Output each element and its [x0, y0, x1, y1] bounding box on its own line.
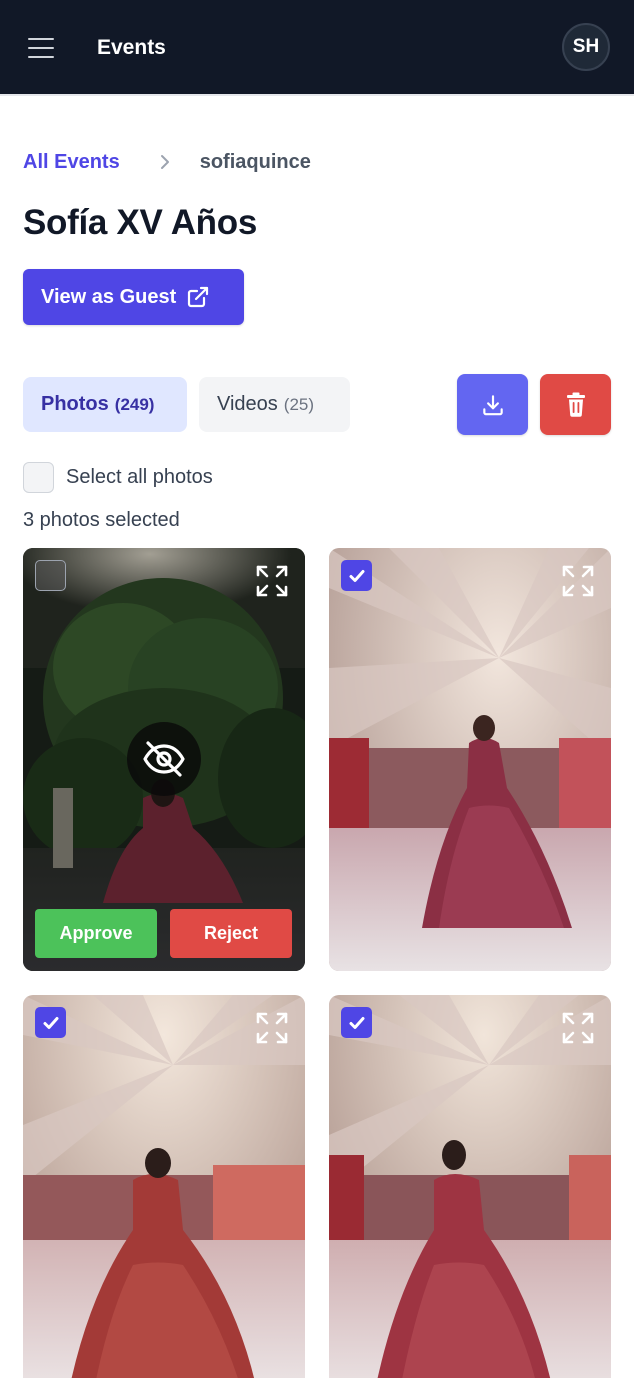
- approve-button[interactable]: Approve: [35, 909, 157, 958]
- check-icon: [349, 1016, 364, 1029]
- menu-icon[interactable]: [25, 35, 57, 61]
- tab-videos-count: (25): [283, 394, 315, 414]
- download-button[interactable]: [457, 374, 528, 435]
- photo-checkbox[interactable]: [341, 560, 372, 591]
- tab-photos-count: (249): [114, 394, 155, 414]
- user-avatar[interactable]: SH: [562, 23, 610, 71]
- select-all-photos[interactable]: Select all photos: [23, 462, 213, 493]
- view-as-guest-button[interactable]: View as Guest: [23, 269, 244, 325]
- expand-icon[interactable]: [561, 564, 595, 598]
- photo-checkbox[interactable]: [35, 560, 66, 591]
- photo-checkbox[interactable]: [341, 1007, 372, 1038]
- tab-photos[interactable]: Photos (249): [23, 377, 187, 432]
- breadcrumb-current: sofiaquince: [199, 150, 311, 173]
- expand-icon[interactable]: [255, 1011, 289, 1045]
- photo-thumbnail: [23, 995, 305, 1378]
- tab-videos[interactable]: Videos (25): [199, 377, 350, 432]
- external-link-icon: [188, 286, 209, 308]
- trash-icon: [566, 392, 585, 417]
- check-icon: [43, 1016, 58, 1029]
- chevron-right-icon: [160, 155, 169, 169]
- photo-card[interactable]: Approve Reject: [23, 548, 305, 971]
- download-icon: [482, 394, 503, 415]
- page-title: Sofía XV Años: [23, 203, 258, 242]
- top-navbar: Events SH: [0, 0, 634, 96]
- photo-card[interactable]: [329, 548, 611, 971]
- view-as-guest-label: View as Guest: [41, 285, 177, 308]
- select-all-label: Select all photos: [66, 466, 213, 488]
- photo-card[interactable]: [23, 995, 305, 1378]
- selected-count-text: 3 photos selected: [23, 509, 180, 531]
- select-all-checkbox[interactable]: [23, 462, 54, 493]
- photo-card[interactable]: [329, 995, 611, 1378]
- photo-thumbnail: [329, 548, 611, 971]
- photo-checkbox[interactable]: [35, 1007, 66, 1038]
- eye-off-icon: [143, 741, 185, 777]
- delete-button[interactable]: [540, 374, 611, 435]
- expand-icon[interactable]: [255, 564, 289, 598]
- breadcrumb: All Events sofiaquince: [23, 149, 311, 175]
- app-title: Events: [97, 36, 166, 59]
- check-icon: [349, 569, 364, 582]
- tab-videos-label: Videos: [217, 393, 278, 415]
- tab-photos-label: Photos: [41, 393, 109, 415]
- hidden-status-badge: [127, 722, 201, 796]
- photo-thumbnail: [329, 995, 611, 1378]
- reject-button[interactable]: Reject: [170, 909, 292, 958]
- expand-icon[interactable]: [561, 1011, 595, 1045]
- breadcrumb-all-events-link[interactable]: All Events: [23, 151, 120, 174]
